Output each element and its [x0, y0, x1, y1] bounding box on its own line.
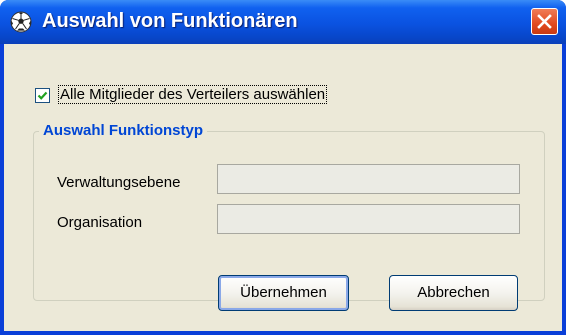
dialog-window: Auswahl von Funktionären Alle Mitglieder…: [0, 0, 566, 335]
window-title: Auswahl von Funktionären: [42, 10, 298, 32]
dialog-body: Alle Mitglieder des Verteilers auswählen…: [4, 44, 562, 331]
checkmark-icon: [37, 91, 48, 100]
groupbox-title: Auswahl Funktionstyp: [39, 122, 208, 139]
apply-button[interactable]: Übernehmen: [218, 275, 349, 311]
select-all-members-label[interactable]: Alle Mitglieder des Verteilers auswählen: [57, 85, 328, 104]
organisation-field[interactable]: [217, 204, 520, 234]
select-all-members-checkbox[interactable]: [35, 88, 50, 103]
administration-level-label: Verwaltungsebene: [57, 174, 181, 191]
organisation-label: Organisation: [57, 214, 143, 231]
cancel-button[interactable]: Abbrechen: [389, 275, 518, 311]
close-icon: [537, 14, 552, 29]
close-button[interactable]: [531, 8, 558, 35]
soccer-ball-icon: [10, 11, 32, 33]
administration-level-field[interactable]: [217, 164, 520, 194]
title-bar[interactable]: Auswahl von Funktionären: [0, 0, 566, 44]
